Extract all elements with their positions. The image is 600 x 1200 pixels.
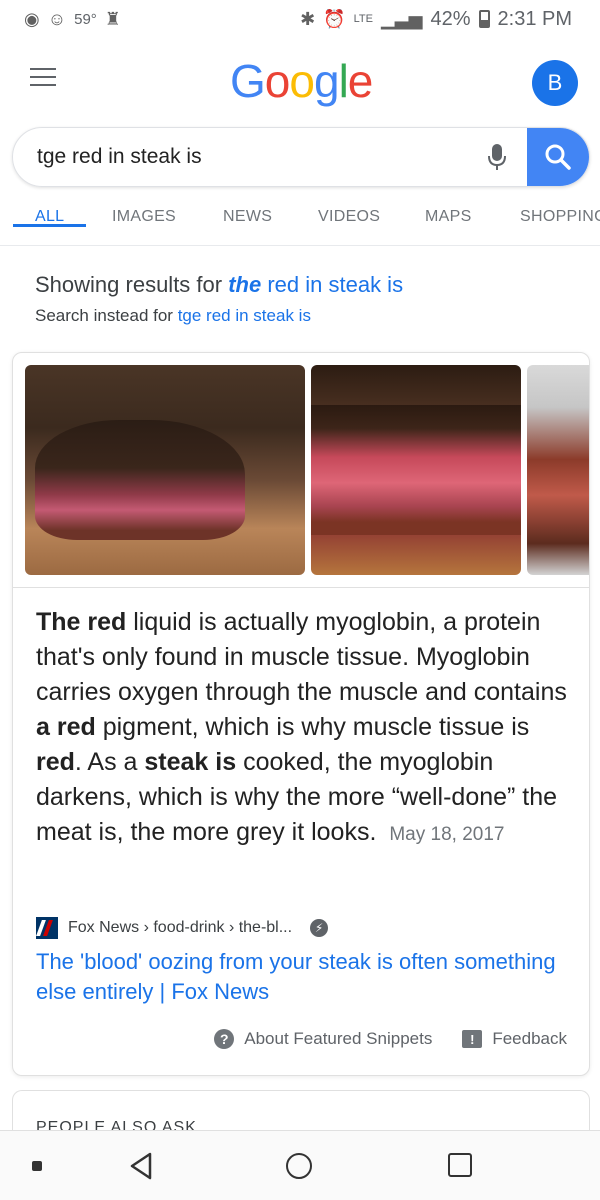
snippet-text: The red liquid is actually myoglobin, a …: [36, 608, 567, 846]
result-title-link[interactable]: The 'blood' oozing from your steak is of…: [36, 947, 556, 1007]
bluetooth-icon: ✱: [300, 8, 316, 29]
status-bar: ◉ ☺ 59° ♜ ✱ ⏰ LTE ▁▃▅ 42% 2:31 PM: [0, 0, 600, 38]
tab-maps[interactable]: MAPS: [425, 196, 472, 226]
clock-time: 2:31 PM: [497, 7, 572, 30]
snippet-date: May 18, 2017: [389, 824, 505, 845]
card-divider: [13, 587, 589, 588]
tab-all[interactable]: ALL: [12, 196, 88, 227]
messenger-icon: ◉: [24, 8, 40, 29]
battery-icon: [478, 10, 490, 28]
steak-image-3[interactable]: [527, 365, 589, 575]
about-featured-snippets-button[interactable]: ? About Featured Snippets: [214, 1029, 432, 1049]
tab-videos[interactable]: VIDEOS: [318, 196, 380, 226]
search-button[interactable]: [527, 128, 589, 186]
corrected-query-link[interactable]: the red in steak is: [228, 272, 403, 297]
card-footer: ? About Featured Snippets ! Feedback: [214, 1029, 567, 1049]
feedback-label: Feedback: [492, 1029, 567, 1048]
status-left: ◉ ☺ 59° ♜: [24, 9, 121, 30]
image-carousel: [25, 365, 589, 575]
feedback-button[interactable]: ! Feedback: [462, 1029, 567, 1049]
alarm-icon: ⏰: [323, 8, 346, 29]
tab-shopping[interactable]: SHOPPING: [520, 196, 600, 226]
recent-apps-icon[interactable]: [448, 1153, 472, 1177]
spelling-correction: Showing results for the red in steak is …: [35, 272, 403, 326]
back-icon[interactable]: [128, 1151, 154, 1186]
magnifier-icon: [545, 144, 571, 170]
corrected-rest: red in steak is: [267, 272, 404, 297]
account-avatar[interactable]: B: [532, 60, 578, 106]
search-instead-line: Search instead for tge red in steak is: [35, 306, 403, 326]
source-line: Fox News › food-drink › the-bl... ⚡: [36, 917, 329, 939]
original-query-link[interactable]: tge red in steak is: [178, 306, 311, 325]
signal-icon: ▁▃▅: [380, 8, 423, 29]
temperature-text: 59°: [74, 10, 97, 28]
tab-news[interactable]: NEWS: [223, 196, 272, 226]
search-bar: [12, 127, 590, 187]
search-instead-prefix: Search instead for: [35, 306, 173, 325]
help-icon: ?: [214, 1029, 235, 1049]
source-breadcrumb: Fox News › food-drink › the-bl...: [68, 919, 293, 936]
google-header: Google B: [0, 48, 600, 114]
status-right: ✱ ⏰ LTE ▁▃▅ 42% 2:31 PM: [300, 8, 572, 31]
showing-results-line: Showing results for the red in steak is: [35, 272, 403, 298]
battery-percent: 42%: [430, 7, 471, 30]
feedback-icon: !: [462, 1030, 483, 1048]
steak-image-2[interactable]: [311, 365, 521, 575]
android-nav-bar: [0, 1130, 600, 1200]
about-label: About Featured Snippets: [244, 1029, 433, 1048]
showing-results-prefix: Showing results for: [35, 272, 223, 297]
microphone-icon[interactable]: [467, 128, 527, 186]
network-type-label: LTE: [353, 12, 373, 25]
amp-bolt-icon: ⚡: [310, 919, 329, 937]
hamburger-menu-icon[interactable]: [30, 68, 56, 88]
steak-image-1[interactable]: [25, 365, 305, 575]
search-input[interactable]: [13, 128, 467, 186]
featured-snippet-card: The red liquid is actually myoglobin, a …: [12, 352, 590, 1076]
google-logo[interactable]: Google: [230, 54, 373, 108]
nav-dot-icon[interactable]: [32, 1161, 42, 1171]
search-tabs: ALL IMAGES NEWS VIDEOS MAPS SHOPPING: [0, 196, 600, 246]
app-notification-icon: ♜: [104, 8, 121, 29]
corrected-word: the: [228, 272, 262, 297]
tab-images[interactable]: IMAGES: [112, 196, 176, 226]
fox-news-favicon: [36, 917, 58, 939]
home-icon[interactable]: [286, 1153, 312, 1179]
snapchat-icon: ☺: [47, 8, 67, 29]
